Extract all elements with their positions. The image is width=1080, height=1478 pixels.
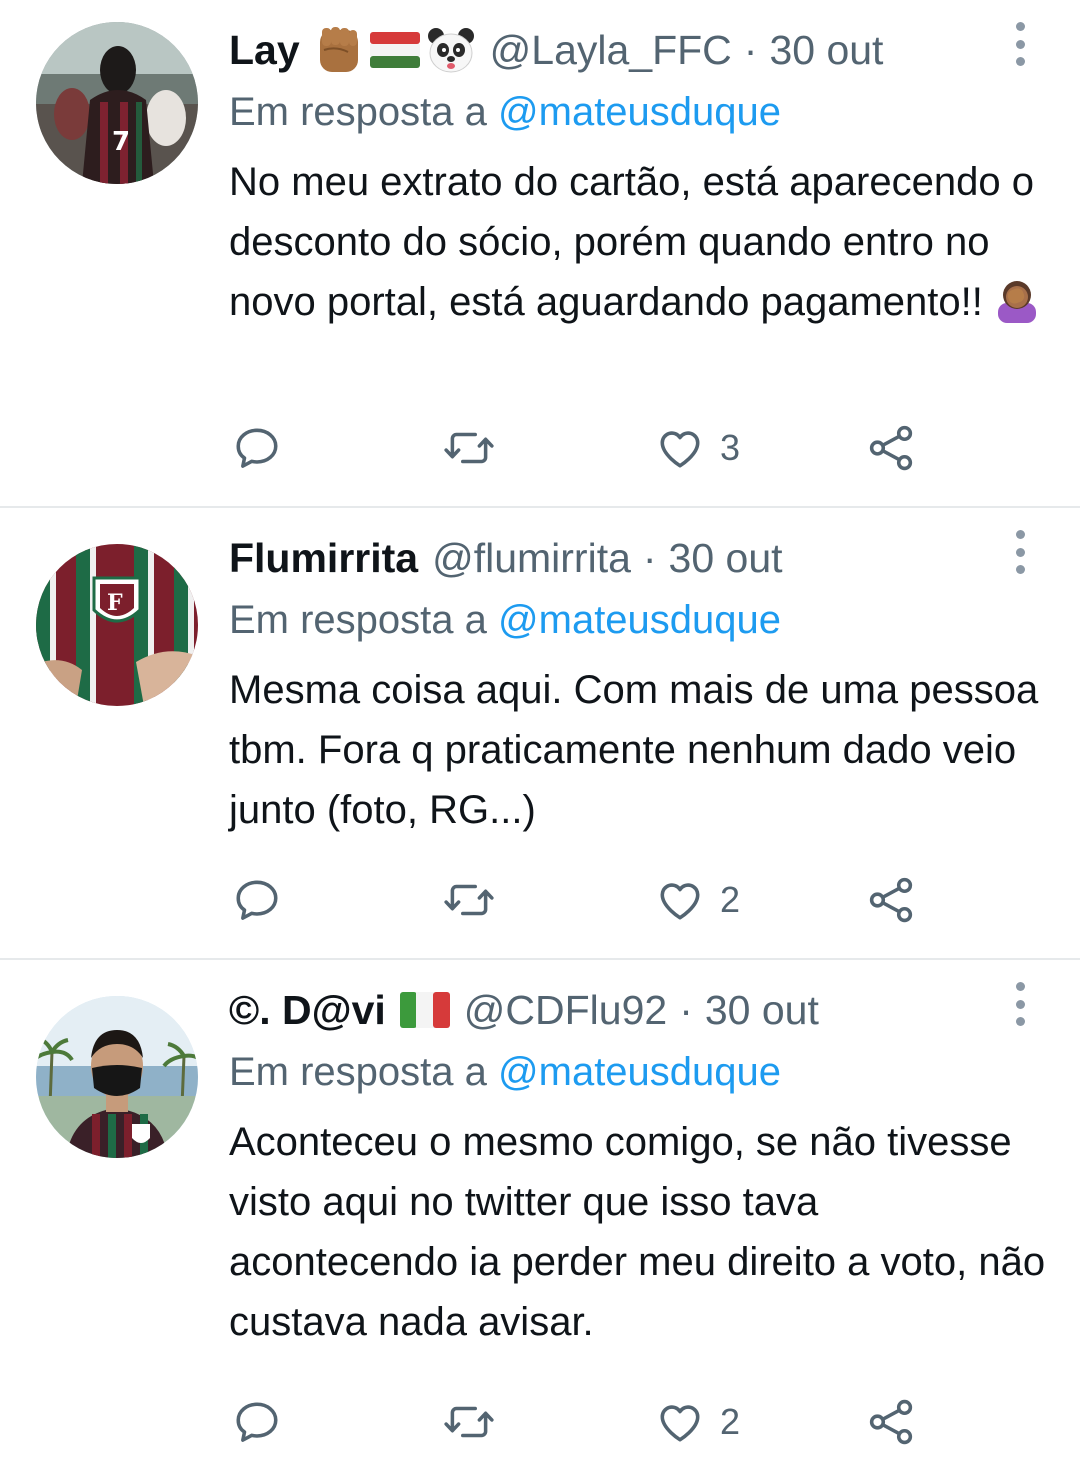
heart-icon	[660, 431, 700, 468]
reply-context: Em resposta a @mateusduque	[229, 598, 781, 643]
share-button[interactable]	[866, 870, 916, 930]
tweet-text: Mesma coisa aqui. Com mais de uma pessoa…	[229, 668, 1039, 832]
like-button[interactable]: 3	[654, 418, 740, 478]
retweet-icon	[444, 1406, 494, 1438]
timestamp[interactable]: 30 out	[705, 987, 819, 1034]
avatar[interactable]: 7	[36, 22, 198, 184]
tweet[interactable]: 7 Lay @Layla_FFC · 30 out Em resposta a …	[0, 0, 1080, 506]
reply-mention-link[interactable]: @mateusduque	[498, 1050, 781, 1094]
share-button[interactable]	[866, 1392, 916, 1452]
user-handle[interactable]: @Layla_FFC	[490, 27, 732, 74]
display-name[interactable]: ©. D@vi	[229, 987, 386, 1034]
display-name[interactable]: Flumirrita	[229, 535, 418, 582]
more-options-icon[interactable]	[1004, 22, 1036, 66]
tweet[interactable]: ©. D@vi @CDFlu92 · 30 out Em resposta a …	[0, 960, 1080, 1478]
reply-button[interactable]	[232, 870, 282, 930]
like-count: 2	[720, 879, 741, 920]
share-icon	[869, 1399, 913, 1445]
reply-mention-link[interactable]: @mateusduque	[498, 598, 781, 642]
avatar[interactable]: F	[36, 544, 198, 706]
separator-dot: ·	[743, 26, 758, 73]
reply-button[interactable]	[232, 418, 282, 478]
reply-button[interactable]	[232, 1392, 282, 1452]
user-handle[interactable]: @flumirrita	[432, 535, 631, 582]
reply-prefix: Em resposta a	[229, 90, 487, 134]
reply-context: Em resposta a @mateusduque	[229, 90, 781, 135]
retweet-button[interactable]	[442, 418, 496, 478]
separator-dot: ·	[642, 534, 657, 581]
avatar[interactable]	[36, 996, 198, 1158]
retweet-button[interactable]	[442, 1392, 496, 1452]
svg-text:F: F	[107, 590, 123, 616]
svg-text:7: 7	[112, 127, 130, 157]
reply-icon	[236, 1402, 278, 1442]
hungary-flag-icon	[369, 32, 420, 68]
italy-flag-icon	[399, 992, 450, 1028]
like-count: 2	[720, 1401, 741, 1442]
reply-mention-link[interactable]: @mateusduque	[498, 90, 781, 134]
tweet[interactable]: F Flumirrita @flumirrita · 30 out Em res…	[0, 508, 1080, 958]
tweet-text: No meu extrato do cartão, está aparecend…	[229, 152, 1049, 332]
facepalm-icon	[998, 281, 1037, 323]
heart-icon	[660, 1405, 700, 1442]
like-count: 3	[720, 427, 741, 468]
tweet-text: Aconteceu o mesmo comigo, se não tivesse…	[229, 1120, 1046, 1344]
more-options-icon[interactable]	[1004, 982, 1036, 1026]
heart-icon	[660, 883, 700, 920]
like-button[interactable]: 2	[654, 1392, 740, 1452]
share-button[interactable]	[866, 418, 916, 478]
reply-icon	[236, 880, 278, 920]
separator-dot: ·	[679, 986, 693, 1033]
share-icon	[869, 425, 913, 471]
retweet-icon	[444, 884, 494, 916]
timestamp[interactable]: 30 out	[769, 27, 883, 74]
reply-prefix: Em resposta a	[229, 1050, 487, 1094]
user-handle[interactable]: @CDFlu92	[464, 987, 667, 1034]
more-options-icon[interactable]	[1004, 530, 1036, 574]
retweet-button[interactable]	[442, 870, 496, 930]
share-icon	[869, 877, 913, 923]
panda-icon	[427, 28, 474, 73]
timestamp[interactable]: 30 out	[669, 535, 783, 582]
reply-icon	[236, 428, 278, 468]
display-name[interactable]: Lay	[229, 27, 300, 74]
tweet-text-content: No meu extrato do cartão, está aparecend…	[229, 160, 1034, 324]
reply-context: Em resposta a @mateusduque	[229, 1050, 781, 1095]
retweet-icon	[444, 432, 494, 464]
like-button[interactable]: 2	[654, 870, 740, 930]
raised-fist-icon	[319, 27, 358, 72]
reply-prefix: Em resposta a	[229, 598, 487, 642]
